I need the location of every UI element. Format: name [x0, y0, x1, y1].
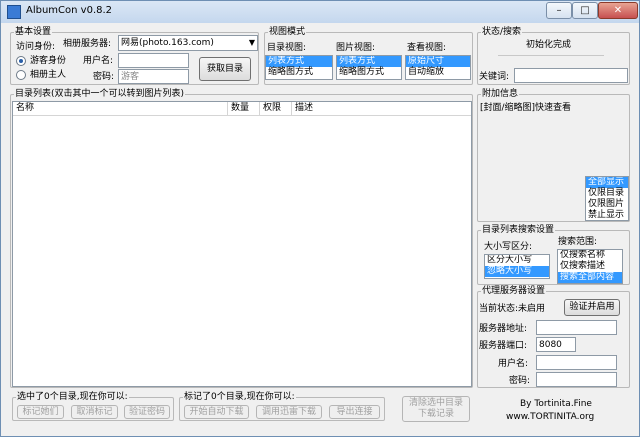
scope-label: 搜索范围:: [558, 237, 598, 247]
proxy-address-label: 服务器地址:: [479, 324, 528, 334]
dir-view-option[interactable]: 缩略图方式: [266, 67, 332, 78]
scope-option[interactable]: 搜索全部内容: [558, 272, 622, 283]
clear-download-record-button[interactable]: 清除选中目录 下载记录: [402, 396, 470, 422]
status-text: 初始化完成: [526, 40, 572, 50]
column-header-description[interactable]: 描述: [292, 102, 471, 116]
marked-actions-group: 标记了0个目录,现在你可以: 开始自动下载 调用迅雷下载 导出连接: [179, 391, 385, 421]
guest-radio-label[interactable]: 游客身份: [30, 55, 66, 67]
marked-actions-title: 标记了0个目录,现在你可以:: [183, 391, 296, 403]
quick-view-label: [封面/缩略图]快速查看: [480, 103, 572, 113]
proxy-pass-input[interactable]: [536, 372, 617, 387]
extra-display-option[interactable]: 仅限图片: [586, 199, 628, 210]
search-settings-group: 目录列表搜索设置 大小写区分: 区分大小写 忽略大小写 搜索范围: 仅搜索名称 …: [477, 224, 630, 285]
proxy-user-input[interactable]: [536, 355, 617, 370]
case-listbox[interactable]: 区分大小写 忽略大小写: [484, 254, 550, 279]
owner-radio-label[interactable]: 相册主人: [30, 69, 66, 81]
guest-radio[interactable]: [16, 56, 26, 66]
scope-option[interactable]: 仅搜索描述: [558, 261, 622, 272]
app-window: AlbumCon v0.8.2 – □ ✕ 基本设置 访问身份: 游客身份 相册…: [0, 0, 640, 437]
credits-author: By Tortinita.Fine: [520, 399, 592, 409]
server-label: 相册服务器:: [63, 39, 112, 49]
proxy-pass-label: 密码:: [509, 376, 531, 386]
keyword-label: 关键词:: [479, 72, 510, 82]
proxy-port-input[interactable]: 8080: [536, 337, 576, 352]
status-search-group: 状态/搜索 初始化完成 关键词:: [477, 26, 630, 85]
extra-info-group: 附加信息 [封面/缩略图]快速查看 全部显示 仅限目录 仅限图片 禁止显示: [477, 88, 630, 222]
look-view-listbox[interactable]: 原始尺寸 自动缩放: [405, 55, 471, 80]
selected-actions-title: 选中了0个目录,现在你可以:: [16, 391, 129, 403]
pic-view-label: 图片视图:: [336, 43, 376, 53]
password-label: 密码:: [93, 72, 115, 82]
chevron-down-icon: ▼: [248, 38, 255, 47]
column-header-count[interactable]: 数量: [228, 102, 260, 116]
mark-them-button[interactable]: 标记她们: [17, 405, 64, 419]
proxy-state-label: 当前状态:未启用: [479, 304, 546, 314]
window-title: AlbumCon v0.8.2: [26, 5, 113, 16]
extra-display-option[interactable]: 禁止显示: [586, 210, 628, 220]
password-input[interactable]: 游客: [118, 69, 189, 84]
server-select-value: 网易(photo.163.com): [121, 38, 214, 48]
maximize-button[interactable]: □: [572, 2, 598, 19]
proxy-settings-group: 代理服务器设置 当前状态:未启用 验证并启用 服务器地址: 服务器端口: 808…: [477, 285, 630, 388]
verify-password-button[interactable]: 验证密码: [124, 405, 170, 419]
clear-button-line1: 清除选中目录: [408, 398, 463, 408]
proxy-user-label: 用户名:: [498, 359, 529, 369]
extra-info-title: 附加信息: [481, 88, 520, 100]
basic-settings-group: 基本设置 访问身份: 游客身份 相册主人 相册服务器: 网易(photo.163…: [10, 26, 259, 85]
dir-view-label: 目录视图:: [267, 43, 307, 53]
dir-list-title: 目录列表(双击其中一个可以转到图片列表): [14, 88, 186, 100]
proxy-settings-title: 代理服务器设置: [481, 285, 547, 297]
minimize-button[interactable]: –: [546, 2, 572, 19]
view-mode-group: 视图模式 目录视图: 列表方式 缩略图方式 图片视图: 列表方式 缩略图方式 查…: [264, 26, 473, 85]
extra-display-listbox[interactable]: 全部显示 仅限目录 仅限图片 禁止显示: [585, 176, 629, 221]
look-view-option[interactable]: 自动缩放: [406, 67, 470, 78]
view-mode-title: 视图模式: [268, 26, 307, 38]
username-label: 用户名:: [83, 56, 114, 66]
clear-button-line2: 下载记录: [417, 409, 454, 419]
close-button[interactable]: ✕: [598, 2, 638, 19]
look-view-option[interactable]: 原始尺寸: [406, 56, 470, 67]
extra-display-option[interactable]: 全部显示: [586, 177, 628, 188]
proxy-address-input[interactable]: [536, 320, 617, 335]
case-label: 大小写区分:: [484, 242, 533, 252]
column-header-permission[interactable]: 权限: [260, 102, 292, 116]
app-icon: [7, 5, 21, 19]
basic-settings-title: 基本设置: [14, 26, 53, 38]
dir-list-group: 目录列表(双击其中一个可以转到图片列表) 名称 数量 权限 描述: [10, 88, 473, 388]
status-search-title: 状态/搜索: [481, 26, 523, 38]
case-option[interactable]: 区分大小写: [485, 255, 549, 266]
dir-list-view[interactable]: 名称 数量 权限 描述: [12, 101, 472, 387]
thunder-download-button[interactable]: 调用迅雷下载: [256, 405, 322, 419]
identity-label: 访问身份:: [16, 42, 56, 52]
column-header-name[interactable]: 名称: [13, 102, 228, 116]
scope-option[interactable]: 仅搜索名称: [558, 250, 622, 261]
title-bar[interactable]: AlbumCon v0.8.2 – □ ✕: [1, 1, 639, 23]
fetch-dir-button[interactable]: 获取目录: [199, 57, 251, 81]
verify-enable-button[interactable]: 验证并启用: [564, 299, 620, 316]
keyword-input[interactable]: [514, 68, 628, 83]
pic-view-option[interactable]: 列表方式: [337, 56, 401, 67]
look-view-label: 查看视图:: [407, 43, 447, 53]
owner-radio[interactable]: [16, 70, 26, 80]
start-auto-download-button[interactable]: 开始自动下载: [184, 405, 249, 419]
dir-view-option[interactable]: 列表方式: [266, 56, 332, 67]
pic-view-listbox[interactable]: 列表方式 缩略图方式: [336, 55, 402, 80]
dir-view-listbox[interactable]: 列表方式 缩略图方式: [265, 55, 333, 80]
proxy-port-label: 服务器端口:: [479, 341, 528, 351]
server-select[interactable]: 网易(photo.163.com) ▼: [118, 35, 258, 51]
unmark-button[interactable]: 取消标记: [71, 405, 118, 419]
username-input[interactable]: [118, 53, 189, 68]
scope-listbox[interactable]: 仅搜索名称 仅搜索描述 搜索全部内容: [557, 249, 623, 284]
credits-website: www.TORTINITA.org: [506, 412, 595, 422]
pic-view-option[interactable]: 缩略图方式: [337, 67, 401, 78]
search-settings-title: 目录列表搜索设置: [481, 224, 556, 236]
case-option[interactable]: 忽略大小写: [485, 266, 549, 277]
extra-display-option[interactable]: 仅限目录: [586, 188, 628, 199]
status-divider: [498, 55, 604, 56]
selected-actions-group: 选中了0个目录,现在你可以: 标记她们 取消标记 验证密码: [12, 391, 174, 421]
export-links-button[interactable]: 导出连接: [329, 405, 380, 419]
